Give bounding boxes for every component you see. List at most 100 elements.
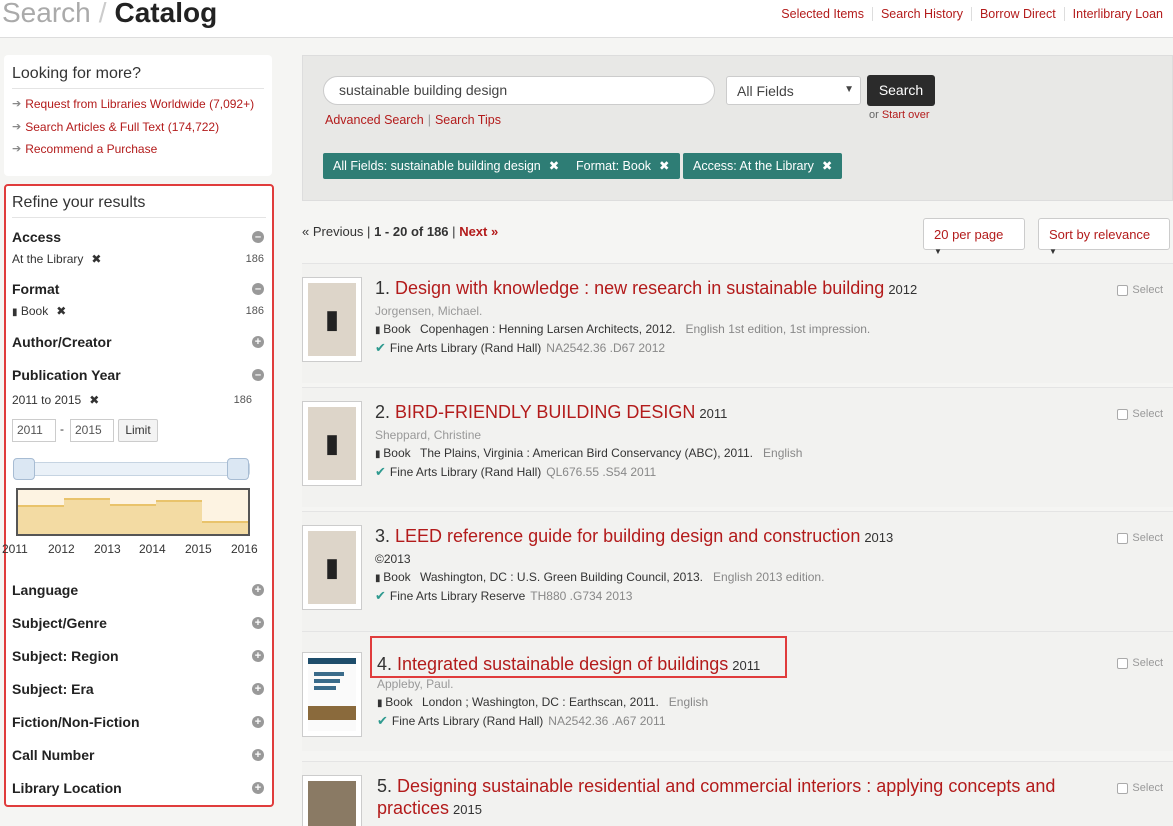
expand-icon[interactable]: + <box>252 716 264 728</box>
remove-icon[interactable]: ✖ <box>56 304 66 318</box>
thumbnail[interactable]: ▮ <box>302 401 362 486</box>
year-from-input[interactable]: 2011 <box>12 419 56 442</box>
facet-subject-era[interactable]: Subject: Era + <box>12 681 264 697</box>
expand-icon[interactable]: + <box>252 683 264 695</box>
year-to-input[interactable]: 2015 <box>70 419 114 442</box>
request-worldwide-link[interactable]: ➔ Request from Libraries Worldwide (7,092… <box>12 93 264 116</box>
book-icon: ▮ <box>12 307 18 318</box>
field-select-value: All Fields <box>737 83 794 99</box>
expand-icon[interactable]: + <box>252 336 264 348</box>
result-item: ▮ 3. LEED reference guide for building de… <box>302 511 1173 631</box>
facet-format-value: ▮ Book ✖ 186 <box>12 304 264 318</box>
year-range-dash: - <box>60 422 64 436</box>
per-page-dropdown[interactable]: 20 per page ▼ <box>923 218 1025 256</box>
result-title-link[interactable]: BIRD-FRIENDLY BUILDING DESIGN <box>395 402 695 422</box>
field-select[interactable]: All Fields ▼ <box>726 76 861 105</box>
nav-borrow-direct[interactable]: Borrow Direct <box>970 7 1064 21</box>
remove-icon[interactable]: ✖ <box>822 159 832 173</box>
top-nav: Selected Items Search History Borrow Dir… <box>773 7 1171 21</box>
thumbnail[interactable]: ▮ <box>302 525 362 610</box>
slider-handle-min[interactable] <box>13 458 35 480</box>
select-checkbox[interactable]: Select <box>1117 657 1163 669</box>
year-slider-track[interactable] <box>14 462 250 476</box>
search-input[interactable]: sustainable building design <box>323 76 715 105</box>
nav-selected-items[interactable]: Selected Items <box>773 7 872 21</box>
expand-icon[interactable]: + <box>252 782 264 794</box>
result-title-link[interactable]: practices <box>377 798 449 818</box>
facet-author[interactable]: Author/Creator + <box>12 334 264 350</box>
nav-interlibrary-loan[interactable]: Interlibrary Loan <box>1063 7 1171 21</box>
expand-icon[interactable]: + <box>252 749 264 761</box>
constraint-chip-query[interactable]: All Fields: sustainable building design ✖ <box>323 153 570 179</box>
expand-icon[interactable]: + <box>252 617 264 629</box>
search-links: Advanced Search | Search Tips <box>325 113 501 127</box>
result-location[interactable]: Fine Arts Library Reserve <box>390 589 525 603</box>
select-checkbox[interactable]: Select <box>1117 532 1163 544</box>
result-call-number: NA2542.36 .A67 2011 <box>548 714 666 728</box>
expand-icon[interactable]: + <box>252 584 264 596</box>
facet-call-number[interactable]: Call Number + <box>12 747 264 763</box>
facet-pubyear[interactable]: Publication Year – <box>12 367 264 383</box>
slider-handle-max[interactable] <box>227 458 249 480</box>
result-format: Book <box>383 570 411 584</box>
checkbox-icon[interactable] <box>1117 782 1129 794</box>
thumbnail[interactable]: ▮ <box>302 277 362 362</box>
facet-label: Library Location <box>12 780 122 796</box>
checkbox-icon[interactable] <box>1117 284 1129 296</box>
caret-down-icon: ▼ <box>1049 247 1057 256</box>
limit-button[interactable]: Limit <box>118 419 158 442</box>
remove-icon[interactable]: ✖ <box>91 252 101 266</box>
constraint-chip-access[interactable]: Access: At the Library ✖ <box>683 153 843 179</box>
histogram-tick-label: 2011 <box>2 542 28 556</box>
remove-icon[interactable]: ✖ <box>549 159 559 173</box>
sort-label: Sort by relevance <box>1049 227 1151 242</box>
thumbnail[interactable] <box>302 775 362 826</box>
select-checkbox[interactable]: Select <box>1117 408 1163 420</box>
facet-access-label: Access <box>12 229 62 245</box>
result-location[interactable]: Fine Arts Library (Rand Hall) <box>390 341 541 355</box>
constraint-chip-format[interactable]: Format: Book ✖ <box>566 153 680 179</box>
result-title-link[interactable]: Design with knowledge : new research in … <box>395 278 884 298</box>
facet-subject-region[interactable]: Subject: Region + <box>12 648 264 664</box>
remove-icon[interactable]: ✖ <box>89 393 99 407</box>
facet-language[interactable]: Language + <box>12 582 264 598</box>
result-location[interactable]: Fine Arts Library (Rand Hall) <box>392 714 543 728</box>
facet-format[interactable]: Format – <box>12 281 264 297</box>
checkbox-icon[interactable] <box>1117 657 1129 669</box>
breadcrumb-search-link[interactable]: Search <box>2 0 91 28</box>
thumbnail[interactable] <box>302 652 362 737</box>
select-checkbox[interactable]: Select <box>1117 782 1163 794</box>
result-title-link[interactable]: Designing sustainable residential and co… <box>397 776 1055 796</box>
collapse-icon[interactable]: – <box>252 283 264 295</box>
expand-icon[interactable]: + <box>252 650 264 662</box>
search-tips-link[interactable]: Search Tips <box>435 113 501 127</box>
search-button[interactable]: Search <box>867 75 935 106</box>
previous-link[interactable]: « Previous <box>302 224 363 239</box>
sort-dropdown[interactable]: Sort by relevance ▼ <box>1038 218 1170 256</box>
remove-icon[interactable]: ✖ <box>659 159 669 173</box>
collapse-icon[interactable]: – <box>252 369 264 381</box>
next-link[interactable]: Next » <box>459 224 498 239</box>
result-title-link[interactable]: LEED reference guide for building design… <box>395 526 860 546</box>
facet-access[interactable]: Access – <box>12 229 264 245</box>
recommend-purchase-link[interactable]: ➔ Recommend a Purchase <box>12 138 264 161</box>
collapse-icon[interactable]: – <box>252 231 264 243</box>
nav-search-history[interactable]: Search History <box>871 7 971 21</box>
result-extra: English 2013 edition. <box>713 570 825 584</box>
facet-library-location[interactable]: Library Location + <box>12 780 264 796</box>
select-checkbox[interactable]: Select <box>1117 284 1163 296</box>
checkbox-icon[interactable] <box>1117 408 1129 420</box>
facet-subject-genre[interactable]: Subject/Genre + <box>12 615 264 631</box>
advanced-search-link[interactable]: Advanced Search <box>325 113 424 127</box>
histogram-bar <box>18 505 64 534</box>
search-articles-link[interactable]: ➔ Search Articles & Full Text (174,722) <box>12 116 264 139</box>
start-over-link[interactable]: Start over <box>882 109 930 121</box>
facet-fiction-non-fiction[interactable]: Fiction/Non-Fiction + <box>12 714 264 730</box>
result-call-number: TH880 .G734 2013 <box>530 589 633 603</box>
result-number: 2. <box>375 402 391 422</box>
result-location[interactable]: Fine Arts Library (Rand Hall) <box>390 465 541 479</box>
result-item: ▮ 1. Design with knowledge : new research… <box>302 263 1173 383</box>
checkbox-icon[interactable] <box>1117 532 1129 544</box>
result-extra: English 1st edition, 1st impression. <box>685 322 871 336</box>
facet-label: Fiction/Non-Fiction <box>12 714 140 730</box>
